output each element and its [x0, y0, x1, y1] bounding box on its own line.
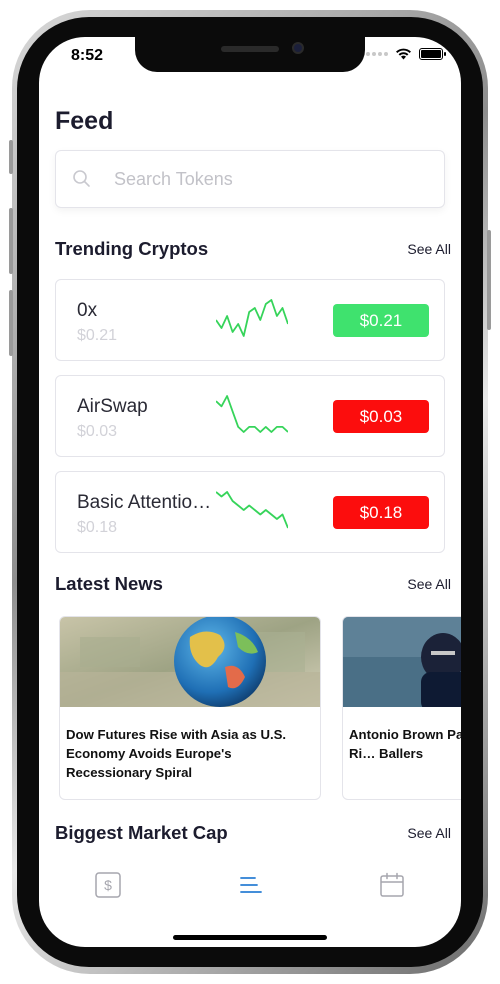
trending-title: Trending Cryptos — [55, 238, 209, 259]
notch — [135, 37, 365, 72]
news-title: Latest News — [55, 573, 163, 594]
trending-see-all-link[interactable]: See All — [407, 241, 451, 257]
speaker-grille — [221, 46, 279, 52]
market-cap-header: Biggest Market Cap See All — [55, 822, 451, 844]
svg-text:$: $ — [104, 877, 112, 893]
news-headline: Antonio Brown Pa… Confirms He Is Ri… Bal… — [349, 727, 461, 761]
battery-icon — [419, 48, 446, 60]
sparkline-chart — [216, 395, 288, 433]
crypto-name: AirSwap — [77, 396, 148, 417]
app-screen: 8:52 Feed Trending Cryptos See All 0x $0… — [39, 37, 461, 947]
power-button — [487, 230, 491, 330]
crypto-name: 0x — [77, 300, 98, 321]
calendar-icon — [380, 872, 404, 897]
news-card[interactable]: Antonio Brown Pa… Confirms He Is Ri… Bal… — [342, 616, 461, 800]
price-badge[interactable]: $0.21 — [333, 304, 429, 337]
crypto-sub-price: $0.18 — [77, 519, 118, 536]
volume-down-button — [9, 290, 13, 356]
status-time: 8:52 — [71, 47, 104, 64]
search-input[interactable] — [114, 168, 414, 190]
home-indicator[interactable] — [173, 935, 327, 940]
news-card[interactable]: Dow Futures Rise with Asia as U.S. Econo… — [59, 616, 321, 800]
crypto-name: Basic Attentio… — [77, 492, 212, 513]
tab-calendar[interactable] — [372, 865, 412, 905]
crypto-card-airswap[interactable]: AirSwap $0.03 $0.03 — [55, 375, 445, 457]
market-cap-title: Biggest Market Cap — [55, 822, 228, 843]
search-box[interactable] — [55, 150, 445, 208]
signal-icon — [366, 52, 388, 56]
price-badge[interactable]: $0.18 — [333, 496, 429, 529]
news-header: Latest News See All — [55, 573, 451, 595]
market-cap-see-all-link[interactable]: See All — [407, 825, 451, 841]
news-headline: Dow Futures Rise with Asia as U.S. Econo… — [66, 727, 287, 780]
wifi-icon — [396, 48, 411, 60]
mute-switch — [9, 140, 13, 174]
news-image-player — [343, 617, 461, 707]
news-image-globe — [60, 617, 320, 707]
tab-portfolio[interactable]: $ — [88, 865, 128, 905]
crypto-sub-price: $0.21 — [77, 327, 118, 344]
tab-bar: $ — [39, 865, 461, 907]
page-title: Feed — [55, 107, 114, 135]
menu-icon — [240, 877, 262, 893]
news-see-all-link[interactable]: See All — [407, 576, 451, 592]
price-badge[interactable]: $0.03 — [333, 400, 429, 433]
sparkline-chart — [216, 491, 288, 529]
search-icon — [73, 170, 90, 187]
dollar-icon: $ — [95, 872, 121, 898]
status-indicators — [366, 48, 446, 60]
sparkline-chart — [216, 299, 288, 337]
crypto-sub-price: $0.03 — [77, 423, 118, 440]
trending-header: Trending Cryptos See All — [55, 238, 451, 260]
volume-up-button — [9, 208, 13, 274]
crypto-card-basic-attention[interactable]: Basic Attentio… $0.18 $0.18 — [55, 471, 445, 553]
news-carousel[interactable]: Dow Futures Rise with Asia as U.S. Econo… — [59, 616, 461, 800]
crypto-card-0x[interactable]: 0x $0.21 $0.21 — [55, 279, 445, 361]
tab-feed[interactable] — [231, 865, 271, 905]
front-camera — [292, 42, 304, 54]
